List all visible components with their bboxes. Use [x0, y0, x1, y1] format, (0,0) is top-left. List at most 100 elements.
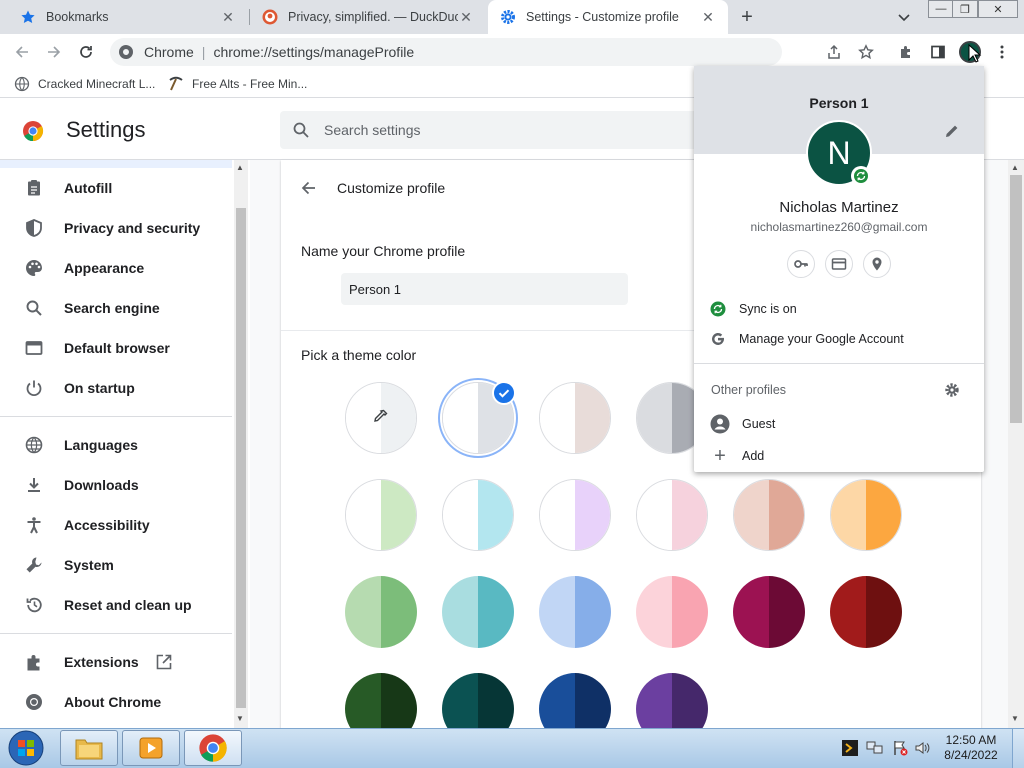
back-button[interactable]	[10, 40, 34, 64]
tab-duckduckgo[interactable]: Privacy, simplified. — DuckDuckGo ✕	[250, 0, 486, 34]
menu-kebab-icon[interactable]	[994, 44, 1010, 60]
address-bar[interactable]: Chrome | chrome://settings/manageProfile	[110, 38, 782, 66]
show-desktop-button[interactable]	[1012, 729, 1024, 768]
add-profile-row[interactable]: + Add	[694, 442, 984, 470]
side-panel-icon[interactable]	[930, 44, 946, 60]
share-icon[interactable]	[826, 44, 842, 60]
close-window-button[interactable]: ✕	[978, 0, 1018, 18]
scroll-down-arrow-icon[interactable]: ▼	[236, 714, 244, 723]
custom-color-swatch[interactable]	[345, 382, 417, 454]
sidebar-item-about-chrome[interactable]: About Chrome	[0, 682, 232, 722]
other-profiles-header: Other profiles	[711, 383, 787, 397]
sidebar-item-accessibility[interactable]: Accessibility	[0, 505, 232, 545]
addresses-button[interactable]	[863, 250, 891, 278]
theme-color-swatch[interactable]	[539, 479, 611, 551]
profile-name-input[interactable]	[341, 273, 628, 305]
theme-color-swatch[interactable]	[345, 576, 417, 648]
theme-color-swatch[interactable]	[539, 382, 611, 454]
sidebar-item-label: Reset and clean up	[64, 597, 192, 613]
browser-window-icon	[24, 338, 44, 358]
minimize-button[interactable]: —	[928, 0, 954, 18]
duckduckgo-icon	[262, 9, 278, 25]
sidebar-item-label: Extensions	[64, 654, 139, 670]
bookmark-title: Free Alts - Free Min...	[192, 77, 308, 91]
sidebar-scroll-thumb[interactable]	[236, 208, 246, 708]
close-tab-icon[interactable]: ✕	[220, 9, 236, 25]
theme-color-swatch[interactable]	[539, 576, 611, 648]
subpage-title: Customize profile	[337, 180, 446, 196]
puzzle-icon	[24, 652, 44, 672]
manage-google-account-row[interactable]: Manage your Google Account	[694, 325, 984, 353]
edit-pencil-icon[interactable]	[944, 123, 960, 139]
sync-status-label: Sync is on	[739, 302, 797, 316]
chrome-icon	[24, 692, 44, 712]
volume-icon[interactable]	[914, 740, 932, 756]
sidebar-item-label: Default browser	[64, 340, 170, 356]
theme-color-swatch[interactable]	[442, 576, 514, 648]
close-tab-icon[interactable]: ✕	[458, 9, 474, 25]
star-icon	[20, 9, 36, 25]
download-icon	[24, 475, 44, 495]
theme-color-swatch[interactable]	[830, 576, 902, 648]
powershell-icon[interactable]	[842, 740, 858, 756]
scroll-up-arrow-icon[interactable]: ▲	[236, 163, 244, 172]
taskbar-clock[interactable]: 12:50 AM 8/24/2022	[940, 733, 1002, 763]
sidebar-item-appearance[interactable]: Appearance	[0, 248, 232, 288]
main-scroll-thumb[interactable]	[1010, 175, 1022, 423]
scroll-down-arrow-icon[interactable]: ▼	[1011, 714, 1019, 723]
back-arrow-icon[interactable]	[300, 179, 318, 197]
url-text[interactable]: chrome://settings/manageProfile	[213, 44, 414, 60]
network-icon[interactable]	[866, 740, 884, 756]
accessibility-icon	[24, 515, 44, 535]
globe-icon	[14, 76, 30, 92]
bookmark-item[interactable]: Free Alts - Free Min...	[168, 70, 307, 98]
passwords-key-button[interactable]	[787, 250, 815, 278]
sidebar-item-search-engine[interactable]: Search engine	[0, 288, 232, 328]
close-tab-icon[interactable]: ✕	[700, 9, 716, 25]
bookmark-item[interactable]: Cracked Minecraft L...	[14, 70, 155, 98]
new-tab-button[interactable]: +	[736, 6, 758, 28]
theme-color-swatch[interactable]	[442, 479, 514, 551]
palette-icon	[24, 258, 44, 278]
power-icon	[24, 378, 44, 398]
credit-card-icon	[831, 256, 847, 272]
extensions-puzzle-icon[interactable]	[898, 44, 914, 60]
reload-button[interactable]	[74, 40, 98, 64]
search-placeholder: Search settings	[324, 122, 421, 138]
taskbar-chrome[interactable]	[184, 730, 242, 766]
theme-color-swatch[interactable]	[636, 576, 708, 648]
forward-button[interactable]	[42, 40, 66, 64]
tab-settings[interactable]: Settings - Customize profile ✕	[488, 0, 728, 34]
manage-profiles-gear-icon[interactable]	[944, 382, 960, 398]
scroll-up-arrow-icon[interactable]: ▲	[1011, 163, 1019, 172]
clock-time: 12:50 AM	[945, 733, 997, 747]
sidebar-item-downloads[interactable]: Downloads	[0, 465, 232, 505]
sidebar-item-reset[interactable]: Reset and clean up	[0, 585, 232, 625]
theme-color-swatch[interactable]	[733, 576, 805, 648]
start-button[interactable]	[4, 729, 48, 767]
sidebar-item-autofill[interactable]: Autofill	[0, 168, 232, 208]
restore-button[interactable]: ❐	[952, 0, 978, 18]
sidebar-item-privacy[interactable]: Privacy and security	[0, 208, 232, 248]
theme-color-swatch[interactable]	[345, 479, 417, 551]
taskbar-media-player[interactable]	[122, 730, 180, 766]
action-center-flag-icon[interactable]	[892, 740, 908, 756]
bookmark-star-icon[interactable]	[858, 44, 874, 60]
sidebar-item-default-browser[interactable]: Default browser	[0, 328, 232, 368]
history-icon	[24, 595, 44, 615]
theme-color-swatch[interactable]	[733, 479, 805, 551]
sidebar-item-languages[interactable]: Languages	[0, 425, 232, 465]
theme-color-swatch[interactable]	[636, 479, 708, 551]
theme-color-swatch[interactable]	[830, 479, 902, 551]
guest-profile-row[interactable]: Guest	[694, 410, 984, 438]
search-settings-input[interactable]: Search settings	[280, 111, 720, 149]
sidebar-item-on-startup[interactable]: On startup	[0, 368, 232, 408]
sidebar-item-system[interactable]: System	[0, 545, 232, 585]
sidebar-item-extensions[interactable]: Extensions	[0, 642, 232, 682]
tab-bookmarks[interactable]: Bookmarks ✕	[8, 0, 248, 34]
sidebar-item-label: Privacy and security	[64, 220, 201, 236]
tab-search-chevron-icon[interactable]	[896, 9, 912, 25]
payment-methods-button[interactable]	[825, 250, 853, 278]
taskbar-explorer[interactable]	[60, 730, 118, 766]
sync-status-row[interactable]: Sync is on	[694, 295, 984, 323]
